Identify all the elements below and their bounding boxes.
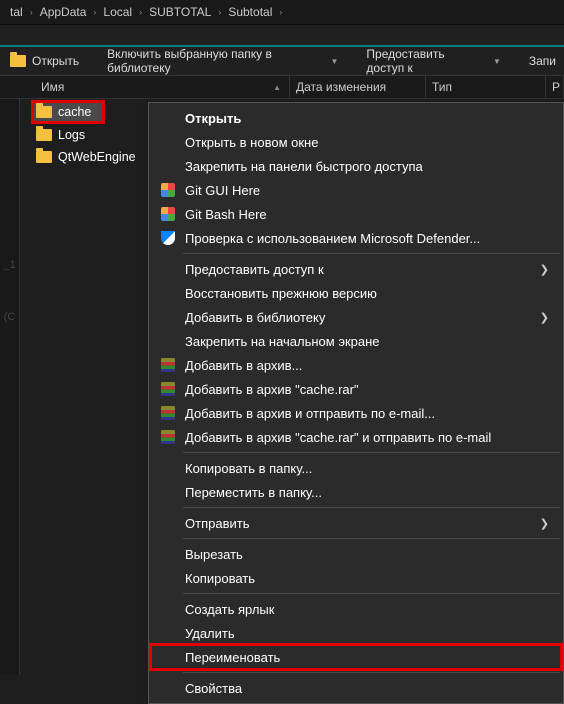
crumb-seg[interactable]: tal xyxy=(8,5,25,19)
menu-separator xyxy=(183,593,560,594)
file-name: cache xyxy=(58,105,91,119)
sidebar-mark: (С xyxy=(0,311,19,323)
sidebar-mark: _1 xyxy=(0,259,19,271)
include-library-button[interactable]: Включить выбранную папку в библиотеку ▼ xyxy=(99,43,346,79)
menu-label: Git Bash Here xyxy=(185,207,267,222)
menu-send-to[interactable]: Отправить ❯ xyxy=(151,511,561,535)
open-label: Открыть xyxy=(32,54,79,68)
open-button[interactable]: Открыть xyxy=(2,50,87,72)
rar-icon xyxy=(159,380,177,398)
menu-copy[interactable]: Копировать xyxy=(151,566,561,590)
col-name-label: Имя xyxy=(41,80,64,94)
col-date[interactable]: Дата изменения xyxy=(290,76,426,98)
col-name[interactable]: Имя ▲ xyxy=(35,76,290,98)
menu-label: Проверка с использованием Microsoft Defe… xyxy=(185,231,480,246)
menu-rar-add[interactable]: Добавить в архив... xyxy=(151,353,561,377)
folder-icon xyxy=(10,55,26,67)
chevron-right-icon: › xyxy=(25,7,38,17)
menu-cut[interactable]: Вырезать xyxy=(151,542,561,566)
sidebar: _1 (С xyxy=(0,99,20,675)
folder-icon xyxy=(36,129,52,141)
submenu-arrow-icon: ❯ xyxy=(540,311,549,324)
dropdown-icon: ▼ xyxy=(330,57,338,66)
menu-rar-cache[interactable]: Добавить в архив "cache.rar" xyxy=(151,377,561,401)
menu-label: Предоставить доступ к xyxy=(185,262,324,277)
chevron-right-icon: › xyxy=(88,7,101,17)
menu-create-shortcut[interactable]: Создать ярлык xyxy=(151,597,561,621)
folder-icon xyxy=(36,151,52,163)
sort-icon: ▲ xyxy=(273,83,281,92)
menu-copy-to[interactable]: Копировать в папку... xyxy=(151,456,561,480)
burn-button[interactable]: Запи xyxy=(521,50,564,72)
menu-pin-quick-access[interactable]: Закрепить на панели быстрого доступа xyxy=(151,154,561,178)
menu-label: Добавить в архив "cache.rar" xyxy=(185,382,359,397)
crumb-seg[interactable]: SUBTOTAL xyxy=(147,5,213,19)
menu-label: Добавить в архив "cache.rar" и отправить… xyxy=(185,430,491,445)
column-headers: Имя ▲ Дата изменения Тип Р xyxy=(0,75,564,99)
share-label: Предоставить доступ к xyxy=(366,47,485,75)
chevron-right-icon: › xyxy=(213,7,226,17)
menu-label: Отправить xyxy=(185,516,249,531)
crumb-seg[interactable]: Subtotal xyxy=(226,5,274,19)
menu-label: Добавить в архив... xyxy=(185,358,302,373)
crumb-seg[interactable]: AppData xyxy=(38,5,89,19)
crumb-seg[interactable]: Local xyxy=(101,5,134,19)
menu-separator xyxy=(183,452,560,453)
chevron-right-icon: › xyxy=(134,7,147,17)
col-size[interactable]: Р xyxy=(546,76,564,98)
menu-delete[interactable]: Удалить xyxy=(151,621,561,645)
dropdown-icon: ▼ xyxy=(493,57,501,66)
menu-properties[interactable]: Свойства xyxy=(151,676,561,700)
file-name: Logs xyxy=(58,128,85,142)
menu-git-gui[interactable]: Git GUI Here xyxy=(151,178,561,202)
menu-add-to-library[interactable]: Добавить в библиотеку ❯ xyxy=(151,305,561,329)
col-type[interactable]: Тип xyxy=(426,76,546,98)
menu-pin-start[interactable]: Закрепить на начальном экране xyxy=(151,329,561,353)
menu-rename[interactable]: Переименовать xyxy=(151,645,561,669)
menu-label: Git GUI Here xyxy=(185,183,260,198)
folder-icon xyxy=(36,106,52,118)
file-row-cache[interactable]: cache xyxy=(32,101,104,123)
menu-separator xyxy=(183,253,560,254)
context-menu: Открыть Открыть в новом окне Закрепить н… xyxy=(148,102,564,704)
include-lib-label: Включить выбранную папку в библиотеку xyxy=(107,47,322,75)
rar-icon xyxy=(159,428,177,446)
toolbar: Открыть Включить выбранную папку в библи… xyxy=(0,47,564,75)
burn-label: Запи xyxy=(529,54,556,68)
breadcrumb[interactable]: tal› AppData› Local› SUBTOTAL› Subtotal› xyxy=(0,0,564,25)
menu-separator xyxy=(183,672,560,673)
menu-separator xyxy=(183,538,560,539)
chevron-right-icon: › xyxy=(274,7,287,17)
menu-git-bash[interactable]: Git Bash Here xyxy=(151,202,561,226)
menu-rar-email[interactable]: Добавить в архив и отправить по e-mail..… xyxy=(151,401,561,425)
shield-icon xyxy=(159,229,177,247)
menu-give-access[interactable]: Предоставить доступ к ❯ xyxy=(151,257,561,281)
rar-icon xyxy=(159,404,177,422)
menu-label: Добавить в библиотеку xyxy=(185,310,325,325)
menu-separator xyxy=(183,507,560,508)
share-access-button[interactable]: Предоставить доступ к ▼ xyxy=(358,43,508,79)
submenu-arrow-icon: ❯ xyxy=(540,517,549,530)
menu-defender-scan[interactable]: Проверка с использованием Microsoft Defe… xyxy=(151,226,561,250)
menu-rar-cache-email[interactable]: Добавить в архив "cache.rar" и отправить… xyxy=(151,425,561,449)
rar-icon xyxy=(159,356,177,374)
git-icon xyxy=(159,181,177,199)
menu-restore-previous[interactable]: Восстановить прежнюю версию xyxy=(151,281,561,305)
menu-move-to[interactable]: Переместить в папку... xyxy=(151,480,561,504)
menu-open-new-window[interactable]: Открыть в новом окне xyxy=(151,130,561,154)
menu-open[interactable]: Открыть xyxy=(151,106,561,130)
submenu-arrow-icon: ❯ xyxy=(540,263,549,276)
menu-label: Добавить в архив и отправить по e-mail..… xyxy=(185,406,435,421)
file-name: QtWebEngine xyxy=(58,150,136,164)
git-icon xyxy=(159,205,177,223)
